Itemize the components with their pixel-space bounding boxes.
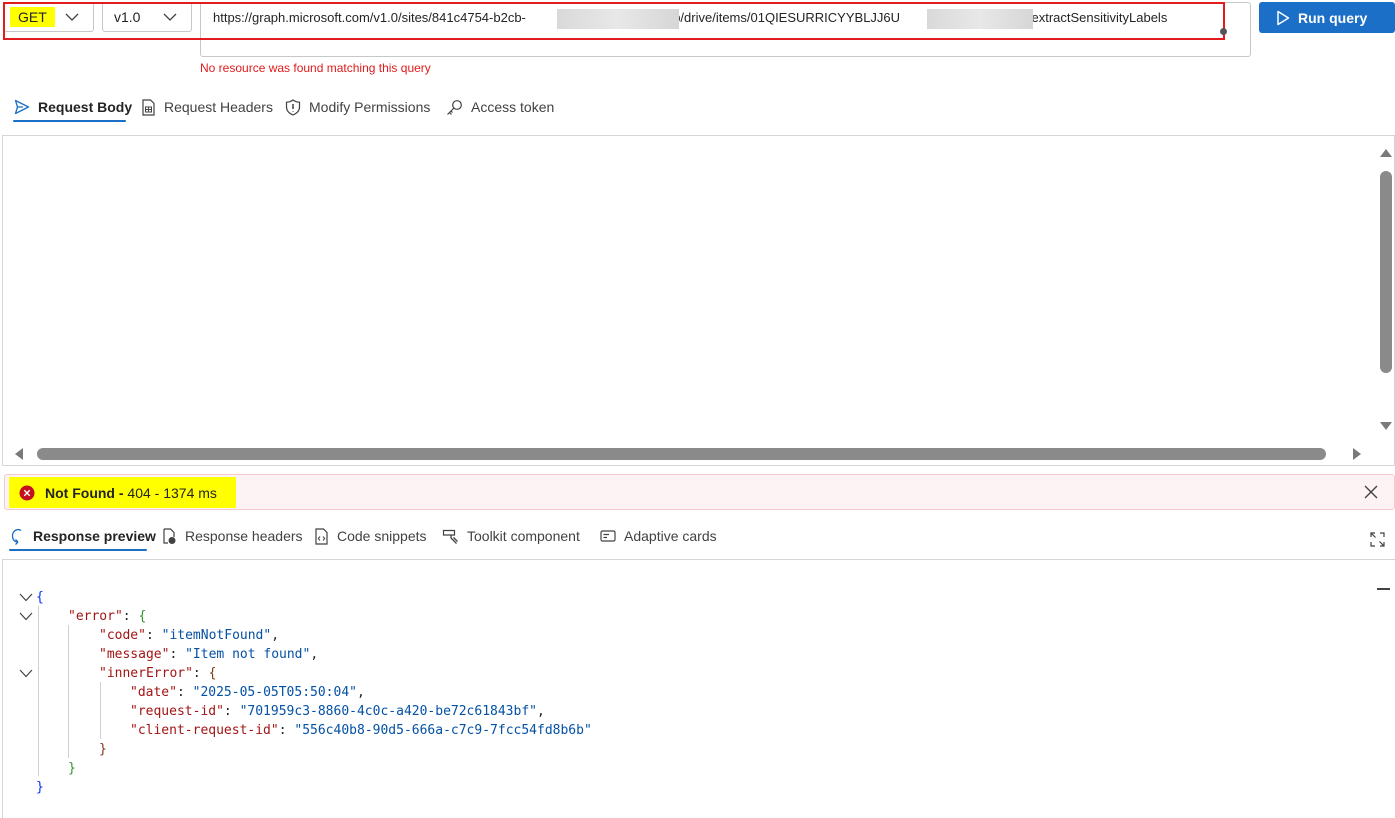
run-query-label: Run query <box>1298 9 1368 26</box>
status-text: Not Found - 404 - 1374 ms <box>45 485 217 501</box>
tab-response-headers-label: Response headers <box>185 528 303 544</box>
json-line: "code": "itemNotFound", <box>99 628 280 643</box>
tab-response-headers[interactable]: Response headers <box>161 525 303 547</box>
status-detail: 404 - 1374 ms <box>127 485 217 501</box>
request-body-editor[interactable] <box>2 135 1395 466</box>
response-icon <box>11 528 22 545</box>
tab-response-preview[interactable]: Response preview <box>10 525 156 547</box>
fold-chevron-icon[interactable] <box>19 669 33 678</box>
tab-code-snippets-label: Code snippets <box>337 528 427 544</box>
tab-code-snippets[interactable]: Code snippets <box>314 525 427 547</box>
card-icon <box>600 530 616 542</box>
json-line: "date": "2025-05-05T05:50:04", <box>130 685 365 700</box>
tab-access-token-label: Access token <box>471 99 555 115</box>
tab-request-headers[interactable]: Request Headers <box>141 96 273 118</box>
json-line: "request-id": "701959c3-8860-4c0c-a420-b… <box>130 704 545 719</box>
scroll-down-arrow-icon[interactable] <box>1379 421 1393 431</box>
json-line: "error": { <box>68 609 147 624</box>
json-line: } <box>36 780 44 795</box>
json-line: { <box>36 590 44 605</box>
tab-request-body-label: Request Body <box>38 99 133 115</box>
expand-icon[interactable] <box>1370 532 1385 547</box>
fold-chevron-icon[interactable] <box>19 593 33 602</box>
close-icon[interactable] <box>1363 484 1379 500</box>
key-icon <box>447 99 462 115</box>
tab-adaptive-cards-label: Adaptive cards <box>624 528 717 544</box>
scroll-left-arrow-icon[interactable] <box>14 447 24 461</box>
scroll-right-arrow-icon[interactable] <box>1352 447 1362 461</box>
active-tab-indicator <box>9 549 147 551</box>
json-line: } <box>68 761 76 776</box>
annotation-highlight-frame <box>3 2 1225 40</box>
tab-response-preview-label: Response preview <box>33 528 156 544</box>
play-icon <box>1277 10 1290 25</box>
run-query-button[interactable]: Run query <box>1259 2 1395 33</box>
vertical-scrollbar-thumb[interactable] <box>1380 171 1392 373</box>
status-label: Not Found - <box>45 485 124 501</box>
headers-icon <box>163 527 176 544</box>
tab-toolkit-component-label: Toolkit component <box>467 528 580 544</box>
resize-handle[interactable] <box>1220 28 1227 35</box>
query-error-message: No resource was found matching this quer… <box>200 61 431 75</box>
fold-chevron-icon[interactable] <box>19 612 33 621</box>
minimize-icon[interactable] <box>1377 588 1390 590</box>
indent-guide <box>38 606 39 776</box>
active-tab-indicator <box>13 120 126 122</box>
json-line: } <box>99 742 107 757</box>
horizontal-scrollbar-thumb[interactable] <box>37 448 1326 460</box>
toolkit-icon <box>442 529 458 544</box>
document-table-icon <box>142 98 155 116</box>
scroll-up-arrow-icon[interactable] <box>1379 148 1393 158</box>
error-circle-icon <box>19 485 35 501</box>
json-line: "message": "Item not found", <box>99 647 319 662</box>
send-icon <box>14 99 30 115</box>
json-line: "innerError": { <box>99 666 217 681</box>
indent-guide <box>100 682 101 739</box>
tab-adaptive-cards[interactable]: Adaptive cards <box>600 525 717 547</box>
json-line: "client-request-id": "556c40b8-90d5-666a… <box>130 723 592 738</box>
tab-request-headers-label: Request Headers <box>164 99 273 115</box>
tab-modify-permissions-label: Modify Permissions <box>309 99 431 115</box>
tab-request-body[interactable]: Request Body <box>14 96 132 118</box>
shield-icon <box>285 98 301 116</box>
tab-access-token[interactable]: Access token <box>446 96 554 118</box>
code-file-icon <box>315 527 328 545</box>
tab-modify-permissions[interactable]: Modify Permissions <box>285 96 430 118</box>
tab-toolkit-component[interactable]: Toolkit component <box>442 525 580 547</box>
indent-guide <box>68 625 69 758</box>
